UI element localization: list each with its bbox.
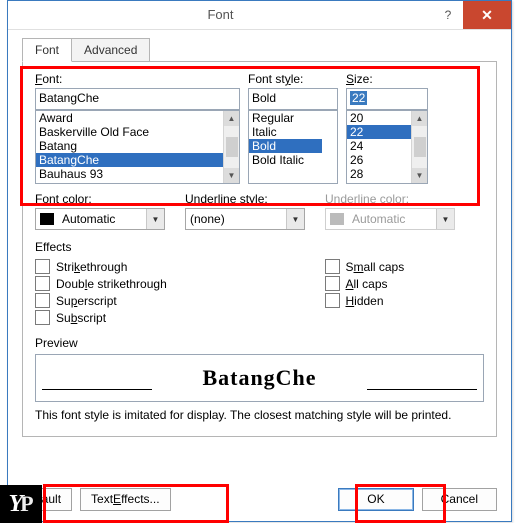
underline-color-dropdown: Automatic ▼	[325, 208, 455, 230]
list-item[interactable]: Baskerville Old Face	[36, 125, 224, 139]
style-column: Font style: Bold Regular Italic Bold Bol…	[248, 72, 338, 184]
scroll-up-icon[interactable]: ▲	[224, 111, 239, 126]
font-color-dropdown[interactable]: Automatic ▼	[35, 208, 165, 230]
pickers-row: Font: BatangChe Award Baskerville Old Fa…	[35, 72, 484, 184]
preview-frame: BatangChe	[35, 354, 484, 402]
color-swatch-icon	[40, 213, 54, 225]
preview-note: This font style is imitated for display.…	[35, 408, 484, 422]
list-item[interactable]: Italic	[249, 125, 322, 139]
list-item[interactable]: 20	[347, 111, 412, 125]
checkbox-icon	[325, 293, 340, 308]
ok-button[interactable]: OK	[338, 488, 413, 511]
scroll-up-icon[interactable]: ▲	[412, 111, 427, 126]
checkbox-superscript[interactable]: Superscript	[35, 292, 195, 309]
size-input[interactable]: 22	[346, 88, 428, 110]
dropdown-value: Automatic	[58, 212, 146, 226]
title-text: Font	[8, 1, 433, 29]
font-column: Font: BatangChe Award Baskerville Old Fa…	[35, 72, 240, 184]
format-dropdowns-row: Font color: Automatic ▼ Underline style:…	[35, 192, 484, 230]
dropdown-value: (none)	[186, 212, 286, 226]
size-column: Size: 22 20 22 24 26 28 ▲	[346, 72, 428, 184]
font-listbox[interactable]: Award Baskerville Old Face Batang Batang…	[35, 110, 240, 184]
title-buttons: ? ✕	[433, 1, 511, 29]
tabs: Font Advanced	[22, 38, 511, 62]
color-swatch-icon	[330, 213, 344, 225]
checkbox-hidden[interactable]: Hidden	[325, 292, 485, 309]
style-listbox[interactable]: Regular Italic Bold Bold Italic	[248, 110, 338, 184]
checkbox-subscript[interactable]: Subscript	[35, 309, 195, 326]
list-item[interactable]: 28	[347, 167, 412, 181]
effects-title: Effects	[35, 240, 484, 254]
preview-text: BatangChe	[202, 365, 316, 391]
list-item[interactable]: Bauhaus 93	[36, 167, 224, 181]
checkbox-icon	[325, 276, 340, 291]
tab-advanced[interactable]: Advanced	[71, 38, 150, 62]
chevron-down-icon: ▼	[436, 209, 454, 229]
text-effects-button[interactable]: Text Effects...	[80, 488, 171, 511]
list-item[interactable]: 24	[347, 139, 412, 153]
scrollbar[interactable]: ▲ ▼	[411, 111, 427, 183]
font-input[interactable]: BatangChe	[35, 88, 240, 110]
scroll-down-icon[interactable]: ▼	[224, 168, 239, 183]
size-label: Size:	[346, 72, 428, 86]
list-item[interactable]: Bold Italic	[249, 153, 322, 167]
list-item[interactable]: Bold	[249, 139, 322, 153]
checkbox-icon	[35, 310, 50, 325]
underline-style-dropdown[interactable]: (none) ▼	[185, 208, 305, 230]
cancel-button[interactable]: Cancel	[422, 488, 497, 511]
font-color-label: Font color:	[35, 192, 165, 206]
footer: Default Text Effects... OK Cancel	[8, 477, 511, 521]
help-button[interactable]: ?	[433, 1, 463, 29]
checkbox-icon	[35, 276, 50, 291]
checkbox-icon	[35, 293, 50, 308]
chevron-down-icon[interactable]: ▼	[286, 209, 304, 229]
font-dialog: Font ? ✕ Font Advanced Font: BatangChe	[7, 0, 512, 522]
watermark-badge: Y P	[0, 485, 42, 523]
size-listbox[interactable]: 20 22 24 26 28 ▲ ▼	[346, 110, 428, 184]
scroll-thumb[interactable]	[414, 137, 426, 157]
list-item[interactable]: 26	[347, 153, 412, 167]
titlebar: Font ? ✕	[8, 1, 511, 30]
checkbox-double-strikethrough[interactable]: Double strikethrough	[35, 275, 195, 292]
dropdown-value: Automatic	[348, 212, 436, 226]
tab-panel: Font: BatangChe Award Baskerville Old Fa…	[22, 61, 497, 437]
checkbox-strikethrough[interactable]: Strikethrough	[35, 258, 195, 275]
list-item[interactable]: Batang	[36, 139, 224, 153]
underline-style-label: Underline style:	[185, 192, 305, 206]
preview-title: Preview	[35, 336, 484, 350]
font-label: Font:	[35, 72, 240, 86]
list-item[interactable]: Award	[36, 111, 224, 125]
checkbox-all-caps[interactable]: All caps	[325, 275, 485, 292]
tab-font[interactable]: Font	[22, 38, 72, 62]
style-label: Font style:	[248, 72, 338, 86]
list-item[interactable]: 22	[347, 125, 412, 139]
list-item[interactable]: BatangChe	[36, 153, 224, 167]
scroll-thumb[interactable]	[226, 137, 238, 157]
scroll-down-icon[interactable]: ▼	[412, 168, 427, 183]
checkbox-icon	[35, 259, 50, 274]
style-input[interactable]: Bold	[248, 88, 338, 110]
scrollbar[interactable]: ▲ ▼	[223, 111, 239, 183]
effects-grid: Strikethrough Double strikethrough Super…	[35, 258, 484, 326]
checkbox-icon	[325, 259, 340, 274]
close-button[interactable]: ✕	[463, 1, 511, 29]
list-item[interactable]: Regular	[249, 111, 322, 125]
chevron-down-icon[interactable]: ▼	[146, 209, 164, 229]
underline-color-label: Underline color:	[325, 192, 455, 206]
checkbox-small-caps[interactable]: Small caps	[325, 258, 485, 275]
